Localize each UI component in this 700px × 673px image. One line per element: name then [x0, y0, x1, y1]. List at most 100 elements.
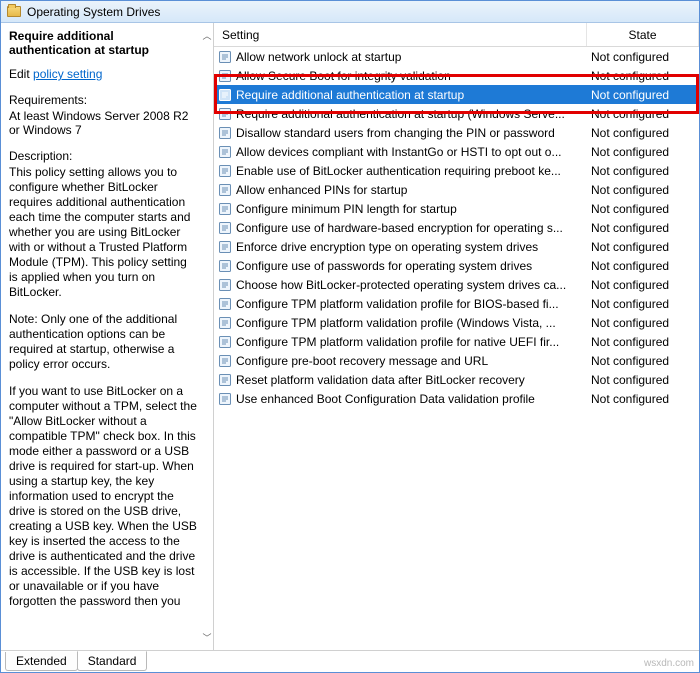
titlebar: Operating System Drives — [1, 1, 699, 23]
setting-label: Require additional authentication at sta… — [236, 107, 587, 121]
setting-label: Configure TPM platform validation profil… — [236, 316, 587, 330]
setting-state: Not configured — [587, 392, 699, 406]
chevron-up-icon[interactable]: ︿ — [202, 29, 211, 42]
setting-row[interactable]: Disallow standard users from changing th… — [214, 123, 699, 142]
setting-row[interactable]: Enable use of BitLocker authentication r… — [214, 161, 699, 180]
setting-state: Not configured — [587, 88, 699, 102]
setting-label: Configure pre-boot recovery message and … — [236, 354, 587, 368]
policy-icon — [218, 50, 232, 64]
setting-label: Reset platform validation data after Bit… — [236, 373, 587, 387]
setting-row[interactable]: Allow enhanced PINs for startupNot confi… — [214, 180, 699, 199]
description-paragraph: This policy setting allows you to config… — [9, 165, 197, 300]
setting-state: Not configured — [587, 126, 699, 140]
description-paragraph: If you want to use BitLocker on a comput… — [9, 384, 197, 609]
setting-label: Configure TPM platform validation profil… — [236, 297, 587, 311]
setting-row[interactable]: Configure pre-boot recovery message and … — [214, 351, 699, 370]
description-paragraph: Note: Only one of the additional authent… — [9, 312, 197, 372]
setting-state: Not configured — [587, 221, 699, 235]
setting-row[interactable]: Enforce drive encryption type on operati… — [214, 237, 699, 256]
setting-label: Require additional authentication at sta… — [236, 88, 587, 102]
setting-label: Choose how BitLocker-protected operating… — [236, 278, 587, 292]
requirements-body: At least Windows Server 2008 R2 or Windo… — [9, 109, 205, 137]
setting-row[interactable]: Configure TPM platform validation profil… — [214, 313, 699, 332]
settings-rows: Allow network unlock at startupNot confi… — [214, 47, 699, 650]
setting-state: Not configured — [587, 202, 699, 216]
policy-title: Require additional authentication at sta… — [9, 29, 205, 57]
setting-state: Not configured — [587, 164, 699, 178]
setting-label: Use enhanced Boot Configuration Data val… — [236, 392, 587, 406]
policy-icon — [218, 316, 232, 330]
policy-icon — [218, 88, 232, 102]
details-panel: Require additional authentication at sta… — [1, 23, 214, 650]
description-body: This policy setting allows you to config… — [9, 165, 205, 621]
setting-state: Not configured — [587, 183, 699, 197]
window-title: Operating System Drives — [27, 5, 160, 19]
setting-label: Allow network unlock at startup — [236, 50, 587, 64]
setting-row[interactable]: Reset platform validation data after Bit… — [214, 370, 699, 389]
policy-icon — [218, 297, 232, 311]
tab-extended[interactable]: Extended — [5, 652, 78, 671]
policy-icon — [218, 164, 232, 178]
column-headers: Setting State — [214, 23, 699, 47]
setting-label: Configure use of hardware-based encrypti… — [236, 221, 587, 235]
setting-row[interactable]: Allow Secure Boot for integrity validati… — [214, 66, 699, 85]
setting-row[interactable]: Use enhanced Boot Configuration Data val… — [214, 389, 699, 408]
setting-row[interactable]: Allow devices compliant with InstantGo o… — [214, 142, 699, 161]
setting-state: Not configured — [587, 354, 699, 368]
setting-label: Configure TPM platform validation profil… — [236, 335, 587, 349]
setting-row[interactable]: Configure use of passwords for operating… — [214, 256, 699, 275]
setting-row[interactable]: Configure TPM platform validation profil… — [214, 294, 699, 313]
policy-icon — [218, 107, 232, 121]
setting-row[interactable]: Configure TPM platform validation profil… — [214, 332, 699, 351]
setting-state: Not configured — [587, 373, 699, 387]
folder-icon — [7, 6, 21, 17]
setting-label: Enforce drive encryption type on operati… — [236, 240, 587, 254]
policy-icon — [218, 183, 232, 197]
chevron-down-icon[interactable]: ﹀ — [202, 631, 211, 644]
policy-icon — [218, 221, 232, 235]
setting-state: Not configured — [587, 316, 699, 330]
edit-policy-link[interactable]: policy setting — [33, 67, 102, 81]
watermark: wsxdn.com — [644, 658, 694, 669]
policy-icon — [218, 202, 232, 216]
policy-icon — [218, 278, 232, 292]
setting-row[interactable]: Configure minimum PIN length for startup… — [214, 199, 699, 218]
tab-standard[interactable]: Standard — [77, 651, 148, 671]
setting-label: Disallow standard users from changing th… — [236, 126, 587, 140]
setting-state: Not configured — [587, 297, 699, 311]
setting-row[interactable]: Require additional authentication at sta… — [214, 104, 699, 123]
setting-state: Not configured — [587, 69, 699, 83]
policy-icon — [218, 145, 232, 159]
policy-icon — [218, 392, 232, 406]
settings-list-panel: Setting State Allow network unlock at st… — [214, 23, 699, 650]
setting-label: Allow Secure Boot for integrity validati… — [236, 69, 587, 83]
requirements-label: Requirements: — [9, 93, 205, 107]
policy-icon — [218, 373, 232, 387]
setting-label: Allow enhanced PINs for startup — [236, 183, 587, 197]
setting-label: Configure minimum PIN length for startup — [236, 202, 587, 216]
policy-icon — [218, 240, 232, 254]
setting-row[interactable]: Choose how BitLocker-protected operating… — [214, 275, 699, 294]
policy-icon — [218, 335, 232, 349]
policy-icon — [218, 69, 232, 83]
description-label: Description: — [9, 149, 205, 163]
policy-icon — [218, 126, 232, 140]
setting-label: Enable use of BitLocker authentication r… — [236, 164, 587, 178]
setting-state: Not configured — [587, 107, 699, 121]
edit-line: Edit policy setting — [9, 67, 205, 81]
setting-label: Allow devices compliant with InstantGo o… — [236, 145, 587, 159]
policy-icon — [218, 354, 232, 368]
setting-row[interactable]: Require additional authentication at sta… — [214, 85, 699, 104]
gpedit-window: Operating System Drives Require addition… — [0, 0, 700, 673]
setting-state: Not configured — [587, 145, 699, 159]
setting-state: Not configured — [587, 240, 699, 254]
setting-state: Not configured — [587, 278, 699, 292]
setting-row[interactable]: Configure use of hardware-based encrypti… — [214, 218, 699, 237]
column-setting[interactable]: Setting — [214, 23, 587, 46]
column-state[interactable]: State — [587, 23, 699, 46]
setting-row[interactable]: Allow network unlock at startupNot confi… — [214, 47, 699, 66]
setting-state: Not configured — [587, 335, 699, 349]
left-scrollbar[interactable]: ︿ ﹀ — [201, 29, 213, 644]
tabs: Extended Standard — [1, 650, 699, 672]
edit-prefix: Edit — [9, 67, 33, 81]
